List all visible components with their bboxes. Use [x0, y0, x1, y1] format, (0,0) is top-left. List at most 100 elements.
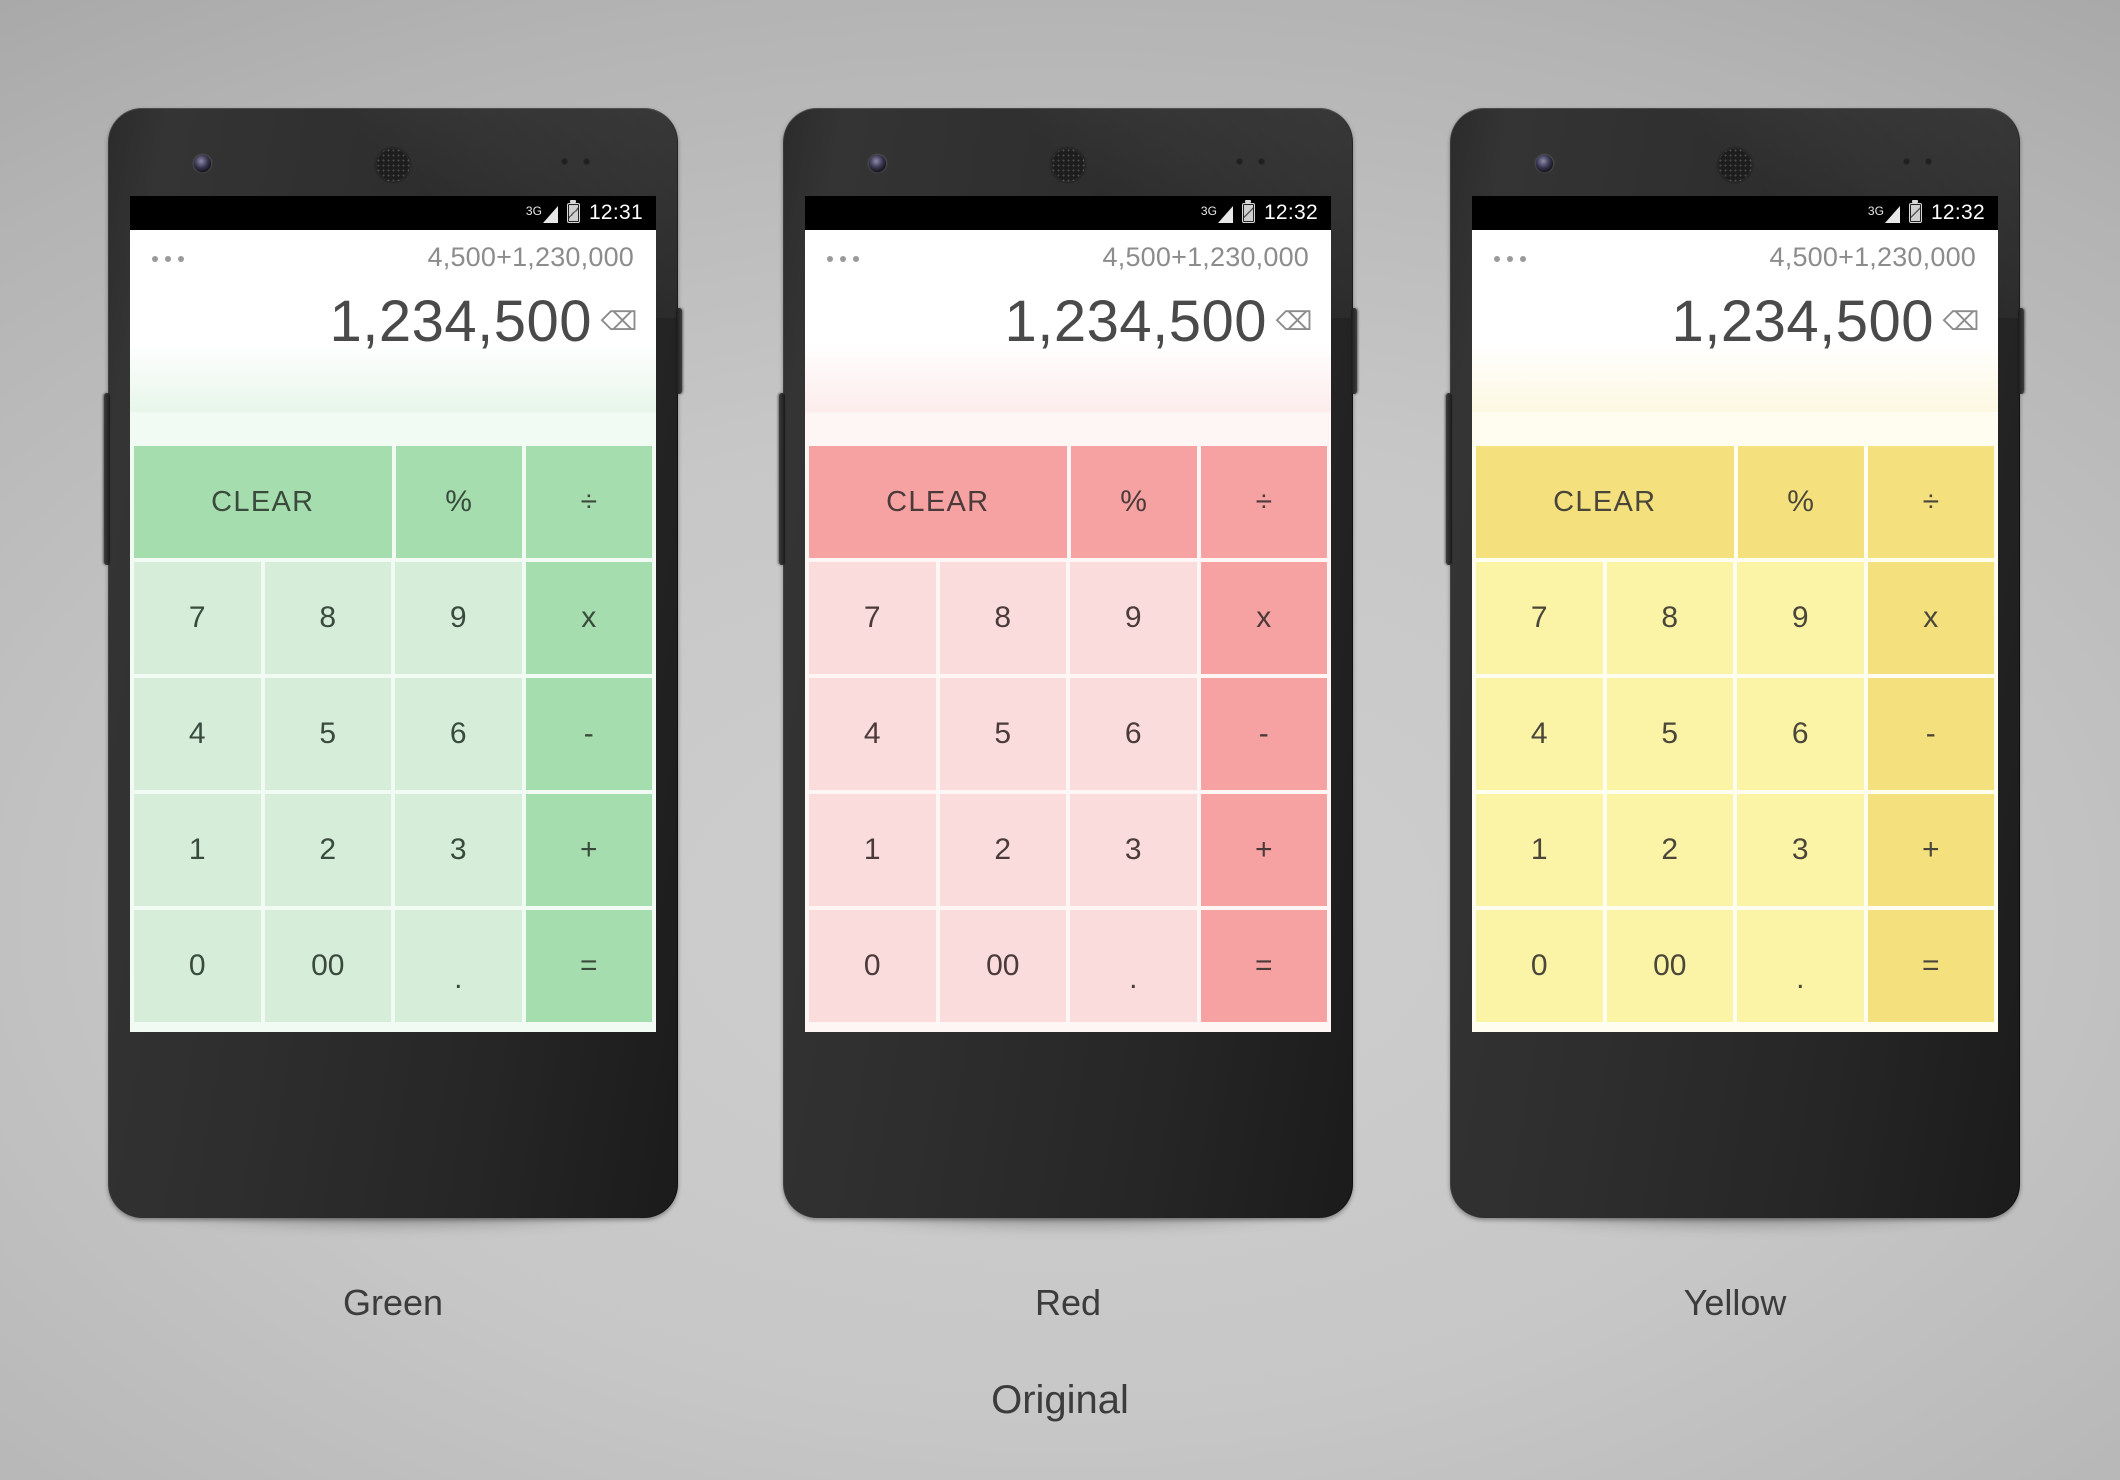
result-row: 1,234,500 ⌫ [827, 293, 1313, 351]
calculator-display: 4,500+1,230,000 1,234,500 ⌫ [1472, 230, 1998, 412]
keypad-row: 0 00. = [805, 910, 1331, 1026]
expression-text: 4,500+1,230,000 [1102, 242, 1309, 272]
key-divide[interactable]: ÷ [525, 446, 652, 558]
keypad-row: 1 2 3 + [130, 794, 656, 910]
key-decimal[interactable]: . [395, 910, 522, 1022]
keypad-row: 456- [805, 678, 1331, 794]
signal-icon [542, 205, 558, 223]
key-plus[interactable]: + [525, 794, 652, 906]
keypad-row: 1 2 3 + [1472, 794, 1998, 910]
key-8[interactable]: 8 [939, 562, 1066, 674]
phone-screen: 3G 12:32 4,500+1,230,000 1,234,500 ⌫ CLEAR% ÷ 7… [805, 196, 1331, 1032]
key-clear[interactable]: CLEAR [1476, 446, 1734, 558]
key-percent[interactable]: % [395, 446, 522, 558]
key-minus[interactable]: - [1200, 678, 1327, 790]
key-multiply[interactable]: x [1200, 562, 1327, 674]
key-divide[interactable]: ÷ [1200, 446, 1327, 558]
key-6[interactable]: 6 [395, 678, 522, 790]
key-7[interactable]: 7 [1476, 562, 1603, 674]
key-5[interactable]: 5 [1606, 678, 1733, 790]
key-plus[interactable]: + [1867, 794, 1994, 906]
key-0[interactable]: 0 [134, 910, 261, 1022]
calculator-keypad: CLEAR% ÷ 7 8 9 x 4 5 6-1 2 3 +0 00. = [805, 412, 1331, 1032]
key-7[interactable]: 7 [809, 562, 936, 674]
light-sensor-icon [583, 158, 590, 165]
phone-red: 3G 12:32 4,500+1,230,000 1,234,500 ⌫ CLEAR% ÷ 7… [779, 108, 1357, 1232]
key-00[interactable]: 00 [939, 910, 1066, 1022]
key-9[interactable]: 9 [395, 562, 522, 674]
front-camera-icon [194, 155, 211, 172]
key-8[interactable]: 8 [1606, 562, 1733, 674]
status-bar: 3G 12:32 [1472, 196, 1998, 230]
calculator-keypad: CLEAR% ÷ 7 8 9 x 4 5 6-1 2 3 +0 00. = [130, 412, 656, 1032]
key-multiply[interactable]: x [1867, 562, 1994, 674]
phone-caption-yellow: Yellow [1683, 1282, 1787, 1323]
key-2[interactable]: 2 [264, 794, 391, 906]
key-5[interactable]: 5 [264, 678, 391, 790]
key-decimal[interactable]: . [1737, 910, 1864, 1022]
key-equals[interactable]: = [525, 910, 652, 1022]
network-type-label: 3G [525, 203, 542, 218]
calculator-app: 4,500+1,230,000 1,234,500 ⌫ CLEAR% ÷ 7 8 9 x 4 5 6-… [130, 230, 656, 1032]
key-3[interactable]: 3 [1737, 794, 1864, 906]
phone-screen: 3G 12:32 4,500+1,230,000 1,234,500 ⌫ CLEAR% ÷ 7… [1472, 196, 1998, 1032]
keypad-row: 789x [805, 562, 1331, 678]
front-camera-icon [1536, 155, 1553, 172]
key-9[interactable]: 9 [1737, 562, 1864, 674]
status-bar-clock: 12:32 [1263, 201, 1318, 224]
key-4[interactable]: 4 [1476, 678, 1603, 790]
power-button[interactable] [2018, 308, 2024, 394]
key-percent[interactable]: % [1737, 446, 1864, 558]
key-9[interactable]: 9 [1070, 562, 1197, 674]
key-00[interactable]: 00 [1606, 910, 1733, 1022]
network-indicator: 3G [526, 204, 558, 223]
backspace-icon[interactable]: ⌫ [1276, 308, 1313, 335]
key-percent[interactable]: % [1070, 446, 1197, 558]
menu-dot [853, 256, 859, 262]
overall-caption: Original [991, 1378, 1129, 1422]
key-equals[interactable]: = [1867, 910, 1994, 1022]
key-4[interactable]: 4 [809, 678, 936, 790]
volume-rocker-button[interactable] [779, 393, 785, 565]
network-type-label: 3G [1867, 203, 1884, 218]
power-button[interactable] [676, 308, 682, 394]
volume-rocker-button[interactable] [1446, 393, 1452, 565]
keypad-row: CLEAR% ÷ [1472, 412, 1998, 562]
earpiece-speaker-icon [1051, 148, 1085, 182]
key-00[interactable]: 00 [264, 910, 391, 1022]
key-7[interactable]: 7 [134, 562, 261, 674]
keypad-row: 1 2 3 + [805, 794, 1331, 910]
key-6[interactable]: 6 [1070, 678, 1197, 790]
key-4[interactable]: 4 [134, 678, 261, 790]
key-5[interactable]: 5 [939, 678, 1066, 790]
key-2[interactable]: 2 [939, 794, 1066, 906]
key-2[interactable]: 2 [1606, 794, 1733, 906]
key-3[interactable]: 3 [395, 794, 522, 906]
volume-rocker-button[interactable] [104, 393, 110, 565]
key-6[interactable]: 6 [1737, 678, 1864, 790]
key-plus[interactable]: + [1200, 794, 1327, 906]
key-clear[interactable]: CLEAR [134, 446, 392, 558]
key-1[interactable]: 1 [1476, 794, 1603, 906]
backspace-icon[interactable]: ⌫ [1943, 308, 1980, 335]
key-minus[interactable]: - [525, 678, 652, 790]
key-equals[interactable]: = [1200, 910, 1327, 1022]
key-1[interactable]: 1 [134, 794, 261, 906]
power-button[interactable] [1351, 308, 1357, 394]
expression-text: 4,500+1,230,000 [427, 242, 634, 272]
key-divide[interactable]: ÷ [1867, 446, 1994, 558]
result-row: 1,234,500 ⌫ [152, 293, 638, 351]
key-0[interactable]: 0 [1476, 910, 1603, 1022]
key-minus[interactable]: - [1867, 678, 1994, 790]
earpiece-speaker-icon [1718, 148, 1752, 182]
key-1[interactable]: 1 [809, 794, 936, 906]
backspace-icon[interactable]: ⌫ [601, 308, 638, 335]
key-multiply[interactable]: x [525, 562, 652, 674]
key-3[interactable]: 3 [1070, 794, 1197, 906]
result-text: 1,234,500 [1671, 289, 1934, 354]
key-0[interactable]: 0 [809, 910, 936, 1022]
key-clear[interactable]: CLEAR [809, 446, 1067, 558]
key-8[interactable]: 8 [264, 562, 391, 674]
menu-dot [840, 256, 846, 262]
key-decimal[interactable]: . [1070, 910, 1197, 1022]
